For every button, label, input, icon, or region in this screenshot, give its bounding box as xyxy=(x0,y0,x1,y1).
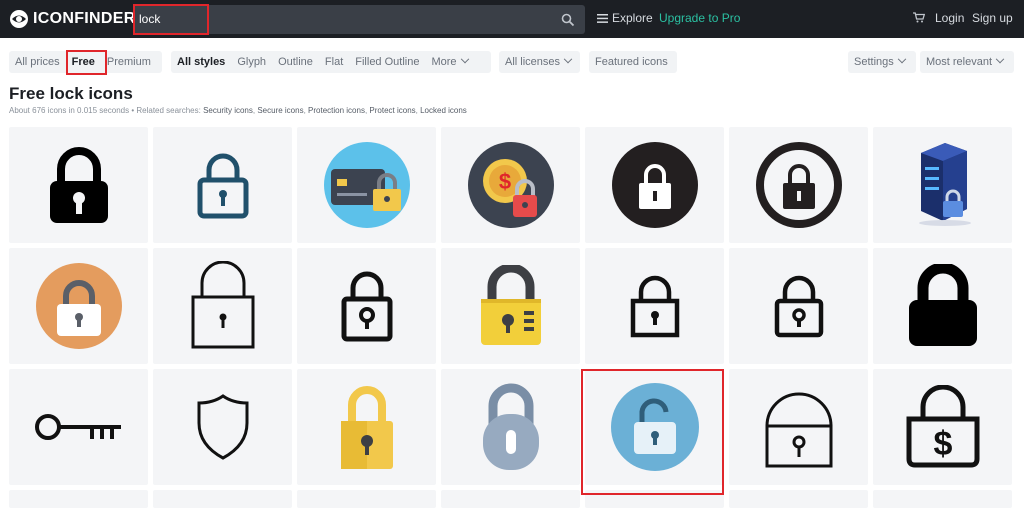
login-link[interactable]: Login xyxy=(935,11,964,25)
icon-tile[interactable] xyxy=(9,127,148,243)
icon-tile[interactable] xyxy=(585,127,724,243)
iconfinder-logo[interactable]: ICONFINDER xyxy=(9,9,136,29)
search-bar xyxy=(133,5,585,34)
lock-dollar-icon: $ xyxy=(906,385,979,468)
filter-premium[interactable]: Premium xyxy=(101,51,157,73)
chevron-down-icon xyxy=(995,54,1005,64)
icon-tile[interactable] xyxy=(585,490,724,508)
lock-arched-outline-icon xyxy=(765,392,832,468)
lock-black-glyph-icon xyxy=(49,147,108,223)
credit-card-lock-icon xyxy=(323,142,410,228)
icon-tile[interactable] xyxy=(297,490,436,508)
icon-tile[interactable] xyxy=(9,490,148,508)
icon-tile[interactable] xyxy=(585,369,724,485)
lock-yellow-combination-icon xyxy=(480,265,541,345)
related-security[interactable]: Security icons xyxy=(203,106,253,115)
related-label: Related searches: xyxy=(136,106,201,115)
explore-label: Explore xyxy=(612,11,653,25)
icon-tile[interactable]: $ xyxy=(873,369,1012,485)
icon-tile[interactable] xyxy=(585,248,724,364)
svg-text:$: $ xyxy=(933,425,952,463)
settings-label: Settings xyxy=(854,56,894,68)
lock-blue-outline-icon xyxy=(197,153,248,219)
icon-tile[interactable] xyxy=(153,490,292,508)
chevron-down-icon xyxy=(897,54,906,64)
icon-tile[interactable]: $ xyxy=(441,127,580,243)
related-protect[interactable]: Protect icons xyxy=(369,106,415,115)
icon-tile[interactable] xyxy=(153,369,292,485)
signup-link[interactable]: Sign up xyxy=(972,11,1013,25)
lock-black-filled-icon xyxy=(908,264,977,346)
menu-icon xyxy=(597,13,608,23)
icon-tile[interactable] xyxy=(441,369,580,485)
icon-tile[interactable] xyxy=(729,369,868,485)
filter-all-prices[interactable]: All prices xyxy=(9,51,66,73)
chevron-down-icon xyxy=(460,54,469,64)
license-label: All licenses xyxy=(505,56,561,68)
lock-orange-circle-icon xyxy=(35,263,122,349)
icon-tile[interactable] xyxy=(297,248,436,364)
lock-thin-outline-icon xyxy=(191,261,254,349)
svg-text:$: $ xyxy=(498,169,510,194)
lock-small-outline-icon-2 xyxy=(774,275,823,338)
search-icon[interactable] xyxy=(561,13,575,27)
icon-tile[interactable] xyxy=(873,490,1012,508)
related-protection[interactable]: Protection icons xyxy=(308,106,365,115)
results-summary: About 676 icons in 0.015 seconds • Relat… xyxy=(9,106,467,115)
filter-bar: All prices Free Premium All styles Glyph… xyxy=(0,51,1024,74)
icon-tile[interactable] xyxy=(441,490,580,508)
icon-tile[interactable] xyxy=(297,369,436,485)
icon-tile[interactable] xyxy=(297,127,436,243)
filter-outline[interactable]: Outline xyxy=(272,51,319,73)
cart-icon[interactable] xyxy=(913,12,925,23)
explore-menu[interactable]: Explore xyxy=(597,11,653,25)
more-label: More xyxy=(431,56,457,68)
filter-filled-outline[interactable]: Filled Outline xyxy=(349,51,425,73)
lock-grey-pill-icon xyxy=(482,383,539,470)
license-dropdown[interactable]: All licenses xyxy=(499,51,580,73)
unlock-blue-circle-icon xyxy=(610,383,699,471)
related-locked[interactable]: Locked icons xyxy=(420,106,467,115)
settings-dropdown[interactable]: Settings xyxy=(848,51,916,73)
featured-label: Featured icons xyxy=(595,56,668,68)
page-title: Free lock icons xyxy=(9,84,133,103)
results-count: About 676 icons in 0.015 seconds xyxy=(9,106,130,115)
related-secure[interactable]: Secure icons xyxy=(257,106,303,115)
chevron-down-icon xyxy=(563,54,573,64)
dollar-coin-lock-icon: $ xyxy=(467,142,554,228)
lock-yellow-flat-icon xyxy=(340,386,393,469)
filter-flat[interactable]: Flat xyxy=(319,51,349,73)
icon-tile[interactable] xyxy=(873,248,1012,364)
icon-tile[interactable] xyxy=(873,127,1012,243)
price-filter-group: All prices Free Premium xyxy=(9,51,162,73)
style-filter-group: All styles Glyph Outline Flat Filled Out… xyxy=(171,51,491,73)
sort-label: Most relevant xyxy=(926,56,993,68)
filter-more-dropdown[interactable]: More xyxy=(425,51,473,73)
filter-free[interactable]: Free xyxy=(66,51,101,73)
lock-circle-outline-icon xyxy=(755,142,842,228)
icon-tile[interactable] xyxy=(729,490,868,508)
icon-tile[interactable] xyxy=(441,248,580,364)
search-input[interactable] xyxy=(139,9,539,29)
upgrade-link[interactable]: Upgrade to Pro xyxy=(659,11,740,25)
eye-logo-icon xyxy=(10,10,28,28)
lock-small-outline-icon xyxy=(630,275,679,338)
sort-dropdown[interactable]: Most relevant xyxy=(920,51,1014,73)
icon-tile[interactable] xyxy=(729,248,868,364)
shield-icon xyxy=(197,394,248,460)
lock-bold-outline-icon xyxy=(341,271,392,342)
icon-tile[interactable] xyxy=(9,369,148,485)
top-bar: ICONFINDER Explore Upgrade to Pro Login … xyxy=(0,0,1024,38)
icon-tile[interactable] xyxy=(153,248,292,364)
icon-tile[interactable] xyxy=(153,127,292,243)
server-lock-icon xyxy=(918,143,971,226)
filter-all-styles[interactable]: All styles xyxy=(171,51,231,73)
icon-tile[interactable] xyxy=(9,248,148,364)
logo-text: ICONFINDER xyxy=(33,10,136,27)
icon-tile[interactable] xyxy=(729,127,868,243)
featured-icons-button[interactable]: Featured icons xyxy=(589,51,677,73)
lock-black-circle-icon xyxy=(611,142,698,228)
filter-glyph[interactable]: Glyph xyxy=(231,51,272,73)
key-icon xyxy=(34,414,121,440)
